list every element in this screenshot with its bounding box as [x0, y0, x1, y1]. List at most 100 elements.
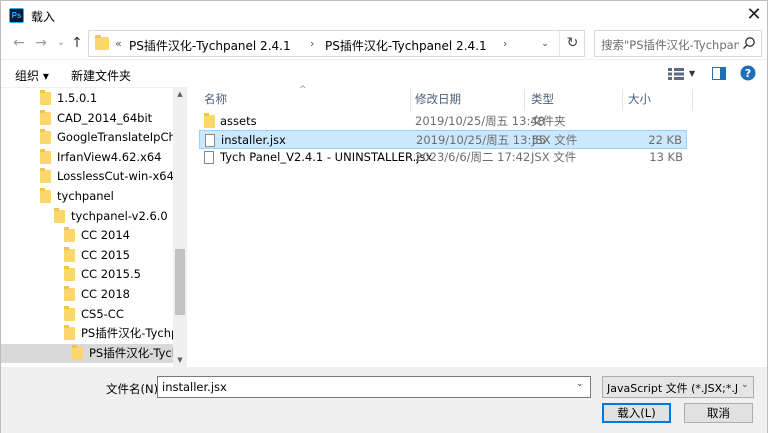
folder-icon: [64, 266, 75, 282]
tree-scrollbar-thumb[interactable]: [175, 249, 185, 315]
tree-item-label: GoogleTranslateIpCheck: [57, 130, 187, 145]
tree-item[interactable]: PS插件汉化-Tychpanel: [1, 343, 187, 363]
filename-combobox[interactable]: installer.jsx ⌄: [157, 376, 591, 398]
column-header-type[interactable]: 类型: [531, 91, 554, 107]
column-divider[interactable]: [692, 89, 693, 111]
folder-icon: [40, 109, 51, 125]
tree-item[interactable]: CAD_2014_64bit: [1, 109, 173, 128]
file-name: assets: [220, 114, 257, 128]
tree-item[interactable]: CC 2015.5: [1, 265, 173, 284]
address-overflow-icon[interactable]: «: [115, 37, 122, 50]
view-options-icon[interactable]: [668, 68, 684, 80]
filename-input[interactable]: installer.jsx: [162, 380, 227, 394]
search-input[interactable]: 搜索"PS插件汉化-Tychpanel...: [601, 37, 739, 53]
file-size: 13 KB: [649, 150, 683, 164]
scroll-down-arrow-icon[interactable]: ▼: [173, 353, 187, 367]
tree-item[interactable]: GoogleTranslateIpCheck: [1, 128, 187, 147]
column-divider[interactable]: [622, 89, 623, 111]
tree-item[interactable]: tychpanel: [1, 187, 173, 206]
folder-icon: [40, 168, 51, 184]
folder-icon: [40, 188, 51, 203]
new-folder-button[interactable]: 新建文件夹: [71, 67, 131, 84]
filetype-dropdown-chevron-icon[interactable]: ⌄: [741, 380, 749, 390]
search-icon: [743, 37, 755, 49]
sort-ascending-icon: ^: [299, 85, 307, 95]
column-header-modified[interactable]: 修改日期: [415, 91, 461, 107]
file-modified: 2019/10/25/周五 13:48: [415, 114, 545, 128]
tree-item[interactable]: CC 2018: [1, 285, 173, 304]
filetype-value: JavaScript 文件 (*.JSX;*.JS;*.JS: [607, 382, 737, 395]
folder-icon: [64, 305, 75, 321]
search-box[interactable]: 搜索"PS插件汉化-Tychpanel...: [594, 30, 762, 57]
address-bar[interactable]: « PS插件汉化-Tychpanel 2.4.1 › PS插件汉化-Tychpa…: [88, 30, 585, 57]
column-header-size[interactable]: 大小: [628, 91, 651, 107]
svg-text:?: ?: [745, 67, 751, 80]
file-type: 文件夹: [531, 114, 566, 128]
filename-dropdown-chevron-icon[interactable]: ⌄: [576, 379, 584, 389]
forward-arrow-icon[interactable]: →: [31, 33, 51, 53]
folder-icon: [40, 90, 51, 105]
folder-icon: [72, 344, 83, 360]
address-dropdown-icon[interactable]: ⌄: [537, 35, 553, 53]
address-segment-parent[interactable]: PS插件汉化-Tychpanel 2.4.1: [129, 37, 291, 54]
tree-item-label: LosslessCut-win-x64: [57, 169, 174, 184]
folder-icon: [95, 35, 109, 50]
tree-item[interactable]: PS插件汉化-Tychpanel: [1, 324, 187, 343]
address-segment-current[interactable]: PS插件汉化-Tychpanel 2.4.1: [325, 37, 487, 54]
tree-item[interactable]: CC 2015: [1, 246, 173, 265]
tree-scrollbar[interactable]: [173, 87, 187, 367]
folder-icon: [54, 207, 65, 223]
tree-item-label: PS插件汉化-Tychpanel: [81, 326, 187, 341]
file-modified: 2023/6/6/周二 17:42: [415, 150, 531, 164]
dialog-footer: 文件名(N): installer.jsx ⌄ JavaScript 文件 (*…: [1, 367, 767, 433]
address-separator-icon[interactable]: ›: [503, 37, 507, 50]
preview-pane-icon[interactable]: [712, 67, 726, 80]
folder-icon: [64, 325, 75, 341]
column-divider[interactable]: [410, 89, 411, 111]
scroll-up-arrow-icon[interactable]: ▲: [173, 87, 187, 101]
close-icon[interactable]: ✕: [743, 4, 765, 26]
view-dropdown-chevron-icon[interactable]: ▼: [689, 69, 695, 78]
tree-item[interactable]: LosslessCut-win-x64: [1, 167, 174, 186]
filetype-select[interactable]: JavaScript 文件 (*.JSX;*.JS;*.JS ⌄: [602, 376, 754, 398]
tree-item-label: CC 2018: [81, 287, 130, 301]
organize-menu-button[interactable]: 组织 ▾: [15, 67, 49, 84]
folder-icon: [64, 286, 75, 301]
dialog-title: 载入: [31, 10, 56, 24]
folder-icon: [40, 148, 51, 164]
tree-item-label: IrfanView4.62.x64: [57, 149, 162, 164]
load-dialog: Ps 载入 ✕ ← → ⌄ ↑ « PS插件汉化-Tychpanel 2.4.1…: [0, 0, 768, 433]
tree-item[interactable]: CS5-CC: [1, 305, 173, 324]
navigation-tree[interactable]: 1.5.0.1 CAD_2014_64bit GoogleTranslateIpCh…: [1, 87, 187, 367]
tree-item-label: CC 2014: [81, 228, 130, 243]
file-row[interactable]: assets 2019/10/25/周五 13:48 文件夹: [199, 112, 687, 131]
photoshop-app-icon: Ps: [9, 8, 24, 23]
load-button[interactable]: 载入(L): [602, 403, 671, 423]
tree-item[interactable]: 1.5.0.1: [1, 89, 173, 108]
tree-item-label: tychpanel: [57, 189, 114, 203]
cancel-button[interactable]: 取消: [684, 403, 753, 423]
folder-icon: [40, 129, 51, 145]
file-row[interactable]: installer.jsx 2019/10/25/周五 13:55 JSX 文件 22…: [199, 130, 687, 149]
title-bar: Ps 载入 ✕: [1, 1, 767, 30]
tree-item-label: CAD_2014_64bit: [57, 110, 153, 125]
tree-item-label: 1.5.0.1: [57, 91, 98, 105]
file-type: JSX 文件: [531, 150, 577, 164]
back-arrow-icon[interactable]: ←: [9, 33, 29, 53]
folder-icon: [64, 227, 75, 243]
tree-item[interactable]: IrfanView4.62.x64: [1, 148, 173, 167]
tree-item[interactable]: tychpanel-v2.6.0: [1, 207, 173, 226]
tree-item[interactable]: CC 2014: [1, 226, 173, 245]
folder-icon: [204, 113, 215, 128]
help-icon[interactable]: ?: [740, 65, 756, 81]
command-bar: 组织 ▾ 新建文件夹 ▼ ?: [1, 59, 767, 87]
address-separator-icon[interactable]: ›: [310, 37, 314, 50]
file-row[interactable]: Tych Panel_V2.4.1 - UNINSTALLER.jsx 2023/…: [199, 148, 687, 167]
file-icon: [205, 134, 215, 147]
tree-item-label: CC 2015: [81, 247, 130, 262]
refresh-icon[interactable]: ↻: [559, 31, 585, 56]
column-header-name[interactable]: 名称: [204, 91, 227, 107]
filename-label: 文件名(N):: [106, 382, 162, 396]
column-divider[interactable]: [524, 89, 525, 111]
up-arrow-icon[interactable]: ↑: [67, 33, 87, 53]
